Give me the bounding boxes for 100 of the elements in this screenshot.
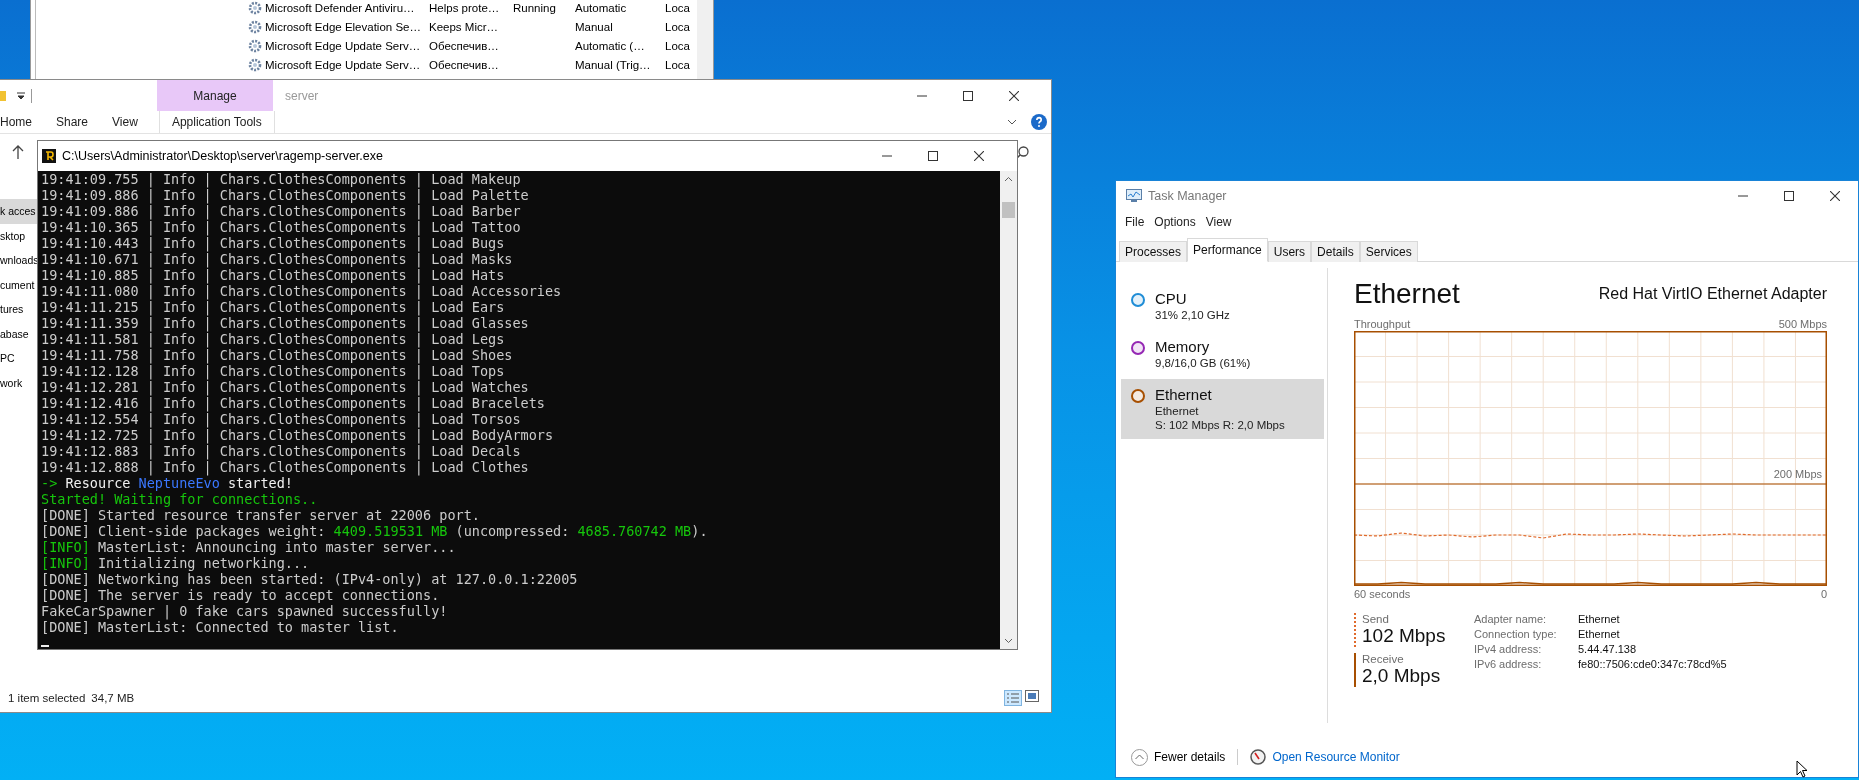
console-line: 19:41:11.581 | Info | Chars.ClothesComponents | Load Legs	[41, 331, 506, 347]
context-tab-header: Manage	[157, 80, 273, 111]
adapter-name: Red Hat VirtIO Ethernet Adapter	[1598, 285, 1827, 303]
menu-item[interactable]: File	[1120, 215, 1150, 229]
nav-item[interactable]: k acces	[0, 199, 38, 224]
console-line: [DONE] The server is ready to accept connections.	[41, 587, 441, 603]
nav-item[interactable]: abase	[0, 321, 38, 346]
property-label: Adapter name:	[1474, 613, 1548, 625]
arrow-up-icon[interactable]	[12, 145, 24, 159]
scrollbar[interactable]	[1000, 171, 1017, 649]
graph-title: Throughput	[1354, 317, 1411, 330]
service-cell: Microsoft Edge Elevation Se…	[265, 21, 421, 34]
nav-item[interactable]: sktop	[0, 223, 38, 248]
graph-label: 500 Mbps	[1778, 317, 1827, 330]
close-icon	[974, 151, 984, 161]
nav-item[interactable]: tures	[0, 297, 38, 322]
nav-item[interactable]: cument	[0, 272, 38, 297]
resource-item[interactable]: Ethernet Ethernet S: 102 Mbps R: 2,0 Mbps	[1121, 379, 1324, 439]
window-title: server	[285, 87, 319, 105]
console-line: 19:41:12.281 | Info | Chars.ClothesComponents | Load Watches	[41, 379, 530, 395]
console-line: [INFO] Initializing networking...	[41, 555, 311, 571]
gear-icon	[248, 20, 262, 35]
ribbon-tab[interactable]: Home	[0, 111, 44, 133]
tab[interactable]: Services	[1359, 241, 1418, 262]
resource-item[interactable]: Memory 9,8/16,0 GB (61%)	[1121, 331, 1324, 377]
console-line: [DONE] Networking has been started: (IPv4-only) at 127.0.0.1:22005	[41, 571, 579, 587]
scrollbar-thumb[interactable]	[1002, 202, 1015, 218]
help-icon[interactable]	[1031, 114, 1047, 130]
console-line: [DONE] MasterList: Connected to master list.	[41, 619, 400, 635]
close-icon	[1009, 90, 1019, 101]
console-line: [INFO] MasterList: Announcing into master server...	[41, 539, 457, 555]
graph-label: 60 seconds	[1354, 587, 1411, 600]
task-manager-icon	[1126, 189, 1142, 203]
graph-label: 0	[1820, 587, 1827, 600]
console-line: [DONE] Client-side packages weight: 4409.519531 MB (uncompressed: 4685.760742 MB).	[41, 523, 709, 539]
service-cell: Manual (Trig…	[575, 58, 651, 71]
service-cell: Helps prote…	[429, 2, 500, 15]
console-line: [DONE] Started resource transfer server at 22006 port.	[41, 507, 481, 523]
menu-item[interactable]: Options	[1149, 215, 1201, 229]
console-line: 19:41:10.671 | Info | Chars.ClothesComponents | Load Masks	[41, 251, 514, 267]
tab[interactable]: Performance	[1187, 238, 1268, 262]
fewer-details-button[interactable]: Fewer details	[1154, 750, 1226, 764]
legend-value: 102 Mbps	[1362, 625, 1447, 647]
console-line: 19:41:11.215 | Info | Chars.ClothesComponents | Load Ears	[41, 299, 506, 315]
selection-status: 1 item selected	[8, 692, 86, 704]
app-icon	[42, 149, 56, 163]
panel-heading: Ethernet	[1354, 278, 1460, 310]
console-line: 19:41:12.128 | Info | Chars.ClothesComponents | Load Tops	[41, 363, 506, 379]
scrollbar[interactable]	[697, 0, 713, 81]
nav-item[interactable]: wnloads	[0, 248, 38, 273]
service-cell: Обеспечив…	[429, 40, 499, 52]
maximize-icon	[963, 90, 973, 101]
close-icon	[1830, 191, 1840, 201]
service-cell: Keeps Micr…	[429, 21, 499, 34]
console-line: 19:41:12.554 | Info | Chars.ClothesComponents | Load Torsos	[41, 411, 522, 427]
property-value: 5.44.47.138	[1578, 643, 1638, 655]
scroll-up-icon[interactable]	[1004, 176, 1013, 182]
property-label: IPv6 address:	[1474, 658, 1543, 670]
ribbon-tab[interactable]: Share	[44, 111, 101, 133]
search-icon[interactable]	[1016, 145, 1029, 159]
service-cell: Loca	[665, 21, 690, 34]
service-cell: Обеспечив…	[429, 58, 499, 71]
selection-size: 34,7 MB	[91, 692, 135, 704]
tab[interactable]: Details	[1311, 241, 1360, 262]
service-cell: Automatic (…	[575, 40, 645, 52]
ribbon-tab[interactable]: View	[100, 111, 150, 133]
service-cell: Microsoft Edge Update Serv…	[265, 40, 421, 52]
nav-item[interactable]: work	[0, 370, 38, 395]
console-line: 19:41:10.443 | Info | Chars.ClothesComponents | Load Bugs	[41, 235, 506, 251]
console-line: 19:41:10.365 | Info | Chars.ClothesComponents | Load Tattoo	[41, 219, 522, 235]
property-value: Ethernet	[1578, 613, 1621, 625]
property-value: fe80::7506:cde0:347c:78cd%5	[1578, 658, 1727, 670]
nav-item[interactable]: PC	[0, 346, 38, 371]
console-line: 19:41:12.888 | Info | Chars.ClothesComponents | Load Clothes	[41, 459, 530, 475]
graph-label: 200 Mbps	[1773, 468, 1822, 480]
legend-label: Receive	[1362, 653, 1405, 665]
gauge-icon[interactable]	[1250, 749, 1267, 765]
property-label: Connection type:	[1474, 628, 1558, 640]
scroll-down-icon[interactable]	[1004, 638, 1013, 644]
chevron-down-icon[interactable]	[1007, 119, 1017, 125]
gear-icon	[248, 57, 262, 72]
menu-item[interactable]: View	[1200, 215, 1237, 229]
legend-label: Send	[1362, 613, 1390, 625]
property-value: Ethernet	[1578, 628, 1621, 640]
tab[interactable]: Users	[1267, 241, 1312, 262]
console-line: 19:41:12.416 | Info | Chars.ClothesComponents | Load Bracelets	[41, 395, 546, 411]
maximize-icon	[928, 151, 938, 161]
dropdown-icon[interactable]	[17, 91, 25, 100]
service-cell: Automatic	[575, 2, 627, 15]
service-cell: Loca	[665, 40, 690, 52]
console-line: 19:41:11.758 | Info | Chars.ClothesComponents | Load Shoes	[41, 347, 514, 363]
window-title: C:\Users\Administrator\Desktop\server\ragemp-server.exe	[62, 149, 383, 163]
resource-monitor-link[interactable]: Open Resource Monitor	[1272, 750, 1400, 764]
console-line: 19:41:11.080 | Info | Chars.ClothesComponents | Load Accessories	[41, 283, 563, 299]
preview-pane-icon[interactable]	[1025, 690, 1039, 702]
resource-item[interactable]: CPU 31% 2,10 GHz	[1121, 283, 1324, 329]
tab[interactable]: Processes	[1119, 241, 1188, 262]
legend-value: 2,0 Mbps	[1362, 665, 1442, 687]
console-line: 19:41:09.755 | Info | Chars.ClothesComponents | Load Makeup	[41, 171, 522, 187]
console-line: 19:41:10.885 | Info | Chars.ClothesComponents | Load Hats	[41, 267, 506, 283]
